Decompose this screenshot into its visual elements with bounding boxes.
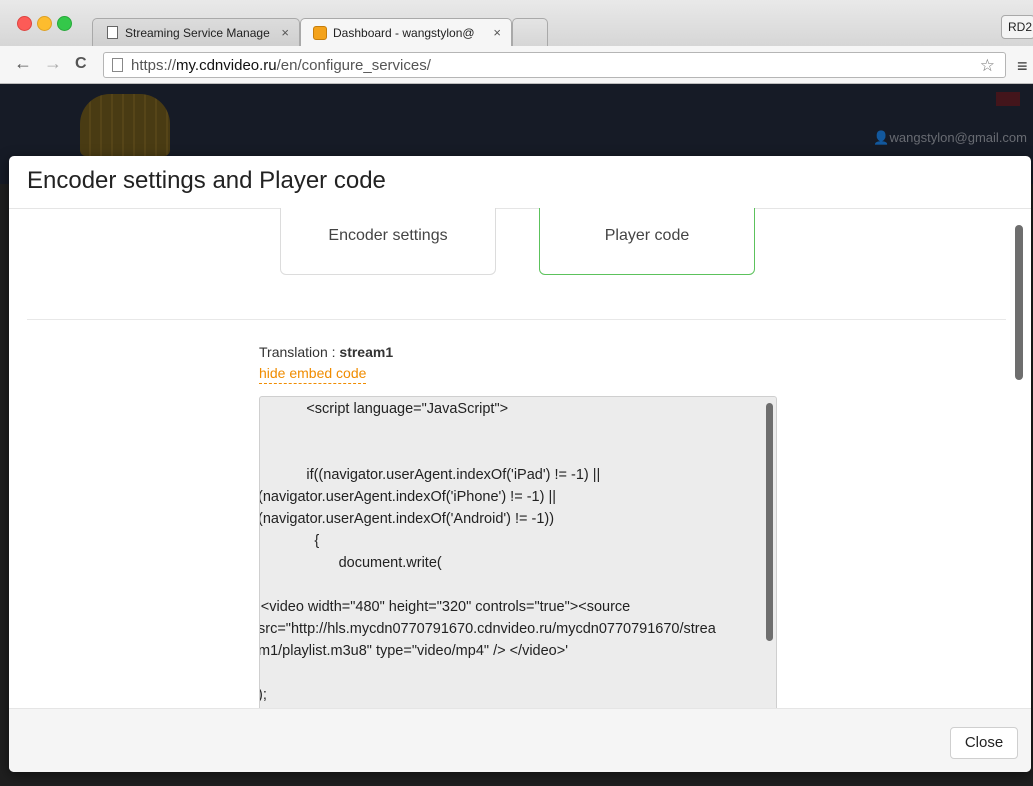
browser-toolbar: ← → C https://my.cdnvideo.ru/en/configur… bbox=[0, 46, 1033, 84]
tab-close-icon[interactable]: × bbox=[493, 25, 501, 40]
bookmark-star-icon[interactable]: ☆ bbox=[980, 56, 995, 76]
tab-label: Dashboard - wangstylon@ bbox=[333, 26, 475, 40]
code-line: src="http://hls.mycdn0770791670.cdnvideo… bbox=[259, 621, 716, 637]
translation-info: Translation : stream1 bbox=[259, 344, 393, 360]
player-code-option[interactable]: Player code bbox=[539, 208, 755, 275]
translation-label: Translation : bbox=[259, 344, 336, 360]
page-icon bbox=[107, 26, 118, 39]
code-line: (navigator.userAgent.indexOf('Android') … bbox=[259, 511, 555, 527]
modal-title: Encoder settings and Player code bbox=[27, 167, 386, 194]
reload-icon[interactable]: C bbox=[75, 55, 87, 73]
code-line: if((navigator.userAgent.indexOf('iPad') … bbox=[259, 467, 601, 483]
site-favicon-icon bbox=[313, 26, 327, 40]
browser-menu-icon[interactable]: ≡ bbox=[1017, 56, 1028, 77]
url-text: https://my.cdnvideo.ru/en/configure_serv… bbox=[131, 57, 431, 74]
modal-footer: Close bbox=[9, 708, 1031, 772]
hide-embed-code-link[interactable]: hide embed code bbox=[259, 365, 367, 384]
browser-tab-bar: Streaming Service Manage × Dashboard - w… bbox=[0, 0, 1033, 46]
forward-arrow-icon[interactable]: → bbox=[44, 53, 62, 74]
encoder-player-modal: Encoder settings and Player code Encoder… bbox=[9, 156, 1031, 772]
close-button[interactable]: Close bbox=[950, 727, 1018, 759]
divider bbox=[27, 319, 1006, 320]
page-icon bbox=[112, 58, 123, 72]
code-line: m1/playlist.m3u8" type="video/mp4" /> </… bbox=[259, 643, 568, 659]
profile-button[interactable]: RD2 bbox=[1001, 15, 1033, 39]
address-bar[interactable]: https://my.cdnvideo.ru/en/configure_serv… bbox=[103, 52, 1006, 78]
browser-tab-streaming-service[interactable]: Streaming Service Manage × bbox=[92, 18, 300, 46]
code-line: ); bbox=[260, 687, 267, 703]
code-line: (navigator.userAgent.indexOf('iPhone') !… bbox=[259, 489, 556, 505]
page-scrollbar[interactable] bbox=[1015, 225, 1023, 380]
tab-close-icon[interactable]: × bbox=[281, 25, 289, 40]
code-line: { bbox=[259, 533, 320, 549]
new-tab-button[interactable] bbox=[512, 18, 548, 46]
code-line: '<video width="480" height="320" control… bbox=[259, 599, 631, 615]
modal-header: Encoder settings and Player code bbox=[9, 156, 1031, 209]
code-line: <script language="JavaScript"> bbox=[259, 401, 509, 417]
window-minimize-button[interactable] bbox=[37, 16, 52, 31]
browser-tab-dashboard[interactable]: Dashboard - wangstylon@ × bbox=[300, 18, 512, 46]
window-close-button[interactable] bbox=[17, 16, 32, 31]
encoder-settings-option[interactable]: Encoder settings bbox=[280, 208, 496, 275]
code-line: document.write( bbox=[259, 555, 442, 571]
modal-body: Encoder settings Player code Translation… bbox=[9, 208, 1031, 708]
back-arrow-icon[interactable]: ← bbox=[14, 53, 32, 74]
tab-label: Streaming Service Manage bbox=[125, 26, 270, 40]
embed-code-textarea[interactable]: <script language="JavaScript"> if((navig… bbox=[259, 396, 777, 708]
translation-value: stream1 bbox=[339, 344, 394, 360]
window-zoom-button[interactable] bbox=[57, 16, 72, 31]
